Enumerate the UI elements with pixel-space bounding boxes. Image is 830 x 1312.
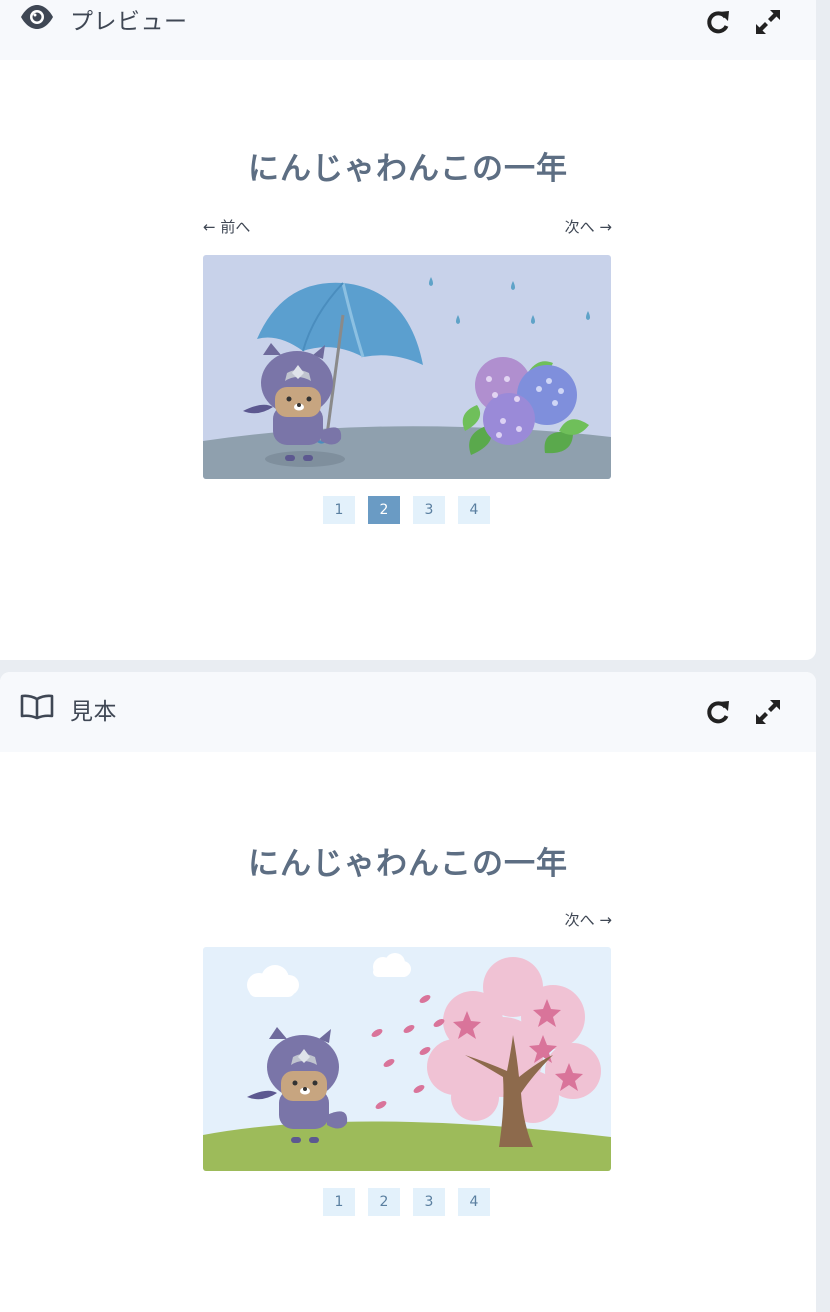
preview-page-2[interactable]: 2 bbox=[368, 496, 400, 524]
refresh-icon[interactable] bbox=[704, 8, 732, 36]
preview-header-title: プレビュー bbox=[70, 9, 188, 35]
sample-next-link[interactable]: 次へ → bbox=[565, 909, 612, 930]
sample-page-1[interactable]: 1 bbox=[323, 1188, 355, 1216]
preview-page-1[interactable]: 1 bbox=[323, 496, 355, 524]
eye-icon bbox=[20, 5, 54, 33]
preview-panel: プレビュー にんじゃわんこの一年 ← 前へ 次へ → 1 2 3 4 bbox=[0, 0, 816, 660]
sample-panel: 見本 にんじゃわんこの一年 次へ → 1 2 3 4 bbox=[0, 672, 816, 1312]
preview-book-title: にんじゃわんこの一年 bbox=[248, 151, 568, 187]
book-icon bbox=[20, 694, 54, 724]
sample-page-4[interactable]: 4 bbox=[458, 1188, 490, 1216]
preview-page-3[interactable]: 3 bbox=[413, 496, 445, 524]
refresh-icon[interactable] bbox=[704, 698, 732, 726]
expand-icon[interactable] bbox=[754, 8, 782, 36]
sample-pagination: 1 2 3 4 bbox=[323, 1188, 490, 1216]
sample-page-2[interactable]: 2 bbox=[368, 1188, 400, 1216]
sample-book-title: にんじゃわんこの一年 bbox=[248, 846, 568, 882]
sample-page-illustration bbox=[203, 947, 611, 1171]
preview-pagination: 1 2 3 4 bbox=[323, 496, 490, 524]
preview-prev-link[interactable]: ← 前へ bbox=[203, 216, 250, 237]
preview-page-illustration bbox=[203, 255, 611, 479]
preview-next-link[interactable]: 次へ → bbox=[565, 216, 612, 237]
sample-header: 見本 bbox=[0, 672, 816, 752]
sample-header-title: 見本 bbox=[70, 699, 117, 725]
expand-icon[interactable] bbox=[754, 698, 782, 726]
sample-page-3[interactable]: 3 bbox=[413, 1188, 445, 1216]
preview-header: プレビュー bbox=[0, 0, 816, 60]
preview-page-4[interactable]: 4 bbox=[458, 496, 490, 524]
